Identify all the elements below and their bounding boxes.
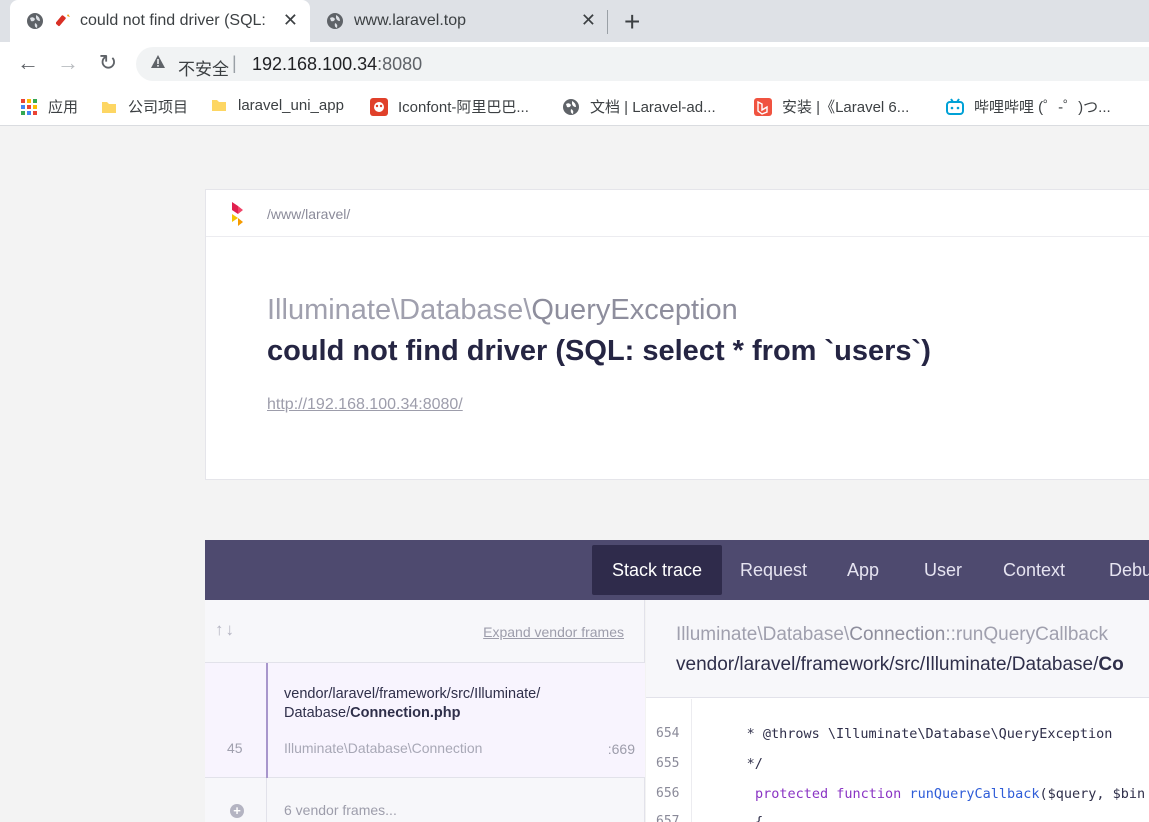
code-args: ($query, $bin bbox=[1039, 786, 1146, 802]
stack-frame-selected[interactable]: vendor/laravel/framework/src/Illuminate/… bbox=[205, 663, 645, 778]
close-icon[interactable]: ✕ bbox=[581, 10, 596, 31]
code-line: */ bbox=[706, 756, 763, 772]
bookmark-label: laravel_uni_app bbox=[238, 96, 344, 114]
iconfont-icon bbox=[370, 97, 388, 116]
address-bar[interactable]: 不安全 | 192.168.100.34:8080 bbox=[136, 47, 1149, 81]
exception-class: Illuminate\Database\QueryException bbox=[267, 294, 738, 327]
exception-card: /www/laravel/ Illuminate\Database\QueryE… bbox=[205, 189, 1149, 480]
bookmark-company-projects[interactable]: 公司项目 bbox=[100, 96, 188, 117]
code-file-name: Co bbox=[1098, 654, 1124, 675]
bookmark-laravel-uni-app[interactable]: laravel_uni_app bbox=[210, 96, 344, 114]
forward-arrow-icon[interactable]: → bbox=[54, 50, 82, 76]
vendor-frames-label: 6 vendor frames... bbox=[284, 802, 397, 818]
code-namespace: Illuminate\Database\ bbox=[676, 624, 850, 645]
bookmark-apps[interactable]: 应用 bbox=[20, 96, 78, 117]
bookmarks-bar: 应用 公司项目 laravel_uni_app Iconfont-阿里巴巴...… bbox=[0, 86, 1149, 126]
laravel-icon bbox=[754, 97, 772, 116]
tab-inactive[interactable]: www.laravel.top ✕ bbox=[316, 0, 608, 42]
vendor-divider bbox=[266, 778, 267, 822]
tab-debug[interactable]: Debu bbox=[1089, 545, 1149, 595]
expand-vendor-frames-link[interactable]: Expand vendor frames bbox=[483, 624, 624, 640]
frame-path-dir: Database/ bbox=[284, 705, 351, 721]
code-function-name: runQueryCallback bbox=[909, 786, 1040, 802]
frames-header: ↑↓ Expand vendor frames bbox=[205, 600, 644, 663]
globe-icon bbox=[563, 98, 579, 115]
ignition-tabs-bar: Stack trace Request App User Context Deb… bbox=[205, 540, 1149, 600]
line-number: 657 bbox=[656, 814, 680, 822]
code-method: Illuminate\Database\Connection::runQuery… bbox=[676, 624, 1108, 646]
code-line: { bbox=[755, 814, 764, 822]
vendor-frames-group[interactable]: + 6 vendor frames... bbox=[205, 778, 645, 822]
exception-message: could not find driver (SQL: select * fro… bbox=[267, 335, 931, 367]
bookmark-label: 安装 |《Laravel 6... bbox=[782, 99, 910, 116]
frame-path-prefix: vendor/laravel/framework/src/Illuminate/ bbox=[284, 686, 541, 702]
close-icon[interactable]: ✕ bbox=[283, 10, 298, 31]
folder-icon bbox=[212, 100, 226, 111]
url-port: :8080 bbox=[377, 54, 423, 74]
code-line: * @throws \Illuminate\Database\QueryExce… bbox=[706, 726, 1113, 742]
code-class: Connection bbox=[849, 624, 946, 645]
tab-app[interactable]: App bbox=[827, 545, 899, 595]
request-url-link[interactable]: http://192.168.100.34:8080/ bbox=[267, 396, 463, 414]
project-path: /www/laravel/ bbox=[267, 206, 351, 222]
plus-circle-icon[interactable]: + bbox=[230, 804, 244, 818]
bilibili-icon bbox=[946, 97, 964, 115]
code-keyword: protected function bbox=[755, 786, 910, 802]
browser-tabstrip: could not find driver (SQL: ✕ www.larave… bbox=[0, 0, 1149, 42]
frame-navigation-arrows-icon[interactable]: ↑↓ bbox=[215, 620, 236, 640]
tab-divider bbox=[607, 10, 608, 34]
bookmark-laravel-admin-docs[interactable]: 文档 | Laravel-ad... bbox=[562, 96, 716, 117]
tab-title: www.laravel.top bbox=[354, 12, 467, 29]
apps-grid-icon bbox=[21, 98, 37, 115]
stack-frames-pane: ↑↓ Expand vendor frames vendor/laravel/f… bbox=[205, 600, 645, 822]
frame-file-path: vendor/laravel/framework/src/Illuminate/… bbox=[284, 685, 584, 723]
tab-request[interactable]: Request bbox=[720, 545, 827, 595]
url-host: 192.168.100.34 bbox=[252, 54, 378, 74]
bookmark-label: 哔哩哔哩 (゜-゜)つ... bbox=[974, 99, 1111, 116]
tab-active[interactable]: could not find driver (SQL: ✕ bbox=[10, 0, 310, 42]
frame-number: 45 bbox=[227, 740, 243, 756]
firecracker-icon bbox=[56, 14, 70, 27]
frame-selection-bar bbox=[266, 663, 268, 778]
ignition-logo-icon bbox=[232, 202, 243, 226]
line-number: 655 bbox=[656, 756, 680, 771]
reload-icon[interactable]: ↻ bbox=[94, 50, 122, 76]
code-line: protected function runQueryCallback($que… bbox=[755, 786, 1145, 802]
globe-icon bbox=[327, 13, 343, 29]
code-file-path[interactable]: vendor/laravel/framework/src/Illuminate/… bbox=[676, 654, 1124, 676]
tab-context[interactable]: Context bbox=[983, 545, 1085, 595]
tab-stack-trace[interactable]: Stack trace bbox=[592, 545, 723, 595]
exception-class-name: QueryException bbox=[531, 294, 738, 326]
code-file-prefix: vendor/laravel/framework/src/Illuminate/… bbox=[676, 654, 1099, 675]
url-text[interactable]: 192.168.100.34:8080 bbox=[252, 54, 422, 75]
bookmark-label: 公司项目 bbox=[128, 99, 189, 116]
card-header: /www/laravel/ bbox=[206, 190, 1149, 237]
bookmark-label: 文档 | Laravel-ad... bbox=[590, 99, 716, 116]
browser-toolbar: ← → ↻ 不安全 | 192.168.100.34:8080 bbox=[0, 42, 1149, 86]
insecure-label[interactable]: 不安全 bbox=[178, 55, 229, 80]
bookmark-label: Iconfont-阿里巴巴... bbox=[398, 99, 529, 116]
back-arrow-icon[interactable]: ← bbox=[14, 50, 42, 76]
new-tab-button[interactable]: + bbox=[624, 6, 640, 38]
code-preview-pane: Illuminate\Database\Connection::runQuery… bbox=[646, 600, 1149, 822]
tab-user[interactable]: User bbox=[904, 545, 982, 595]
code-method-name: ::runQueryCallback bbox=[945, 624, 1108, 645]
folder-icon bbox=[102, 101, 116, 113]
line-number: 654 bbox=[656, 726, 680, 741]
frame-path-file: Connection.php bbox=[350, 705, 461, 721]
bookmark-bilibili[interactable]: 哔哩哔哩 (゜-゜)つ... bbox=[946, 96, 1111, 117]
globe-icon bbox=[27, 13, 43, 29]
bookmark-label: 应用 bbox=[48, 99, 79, 116]
frame-line-number: :669 bbox=[607, 741, 635, 757]
line-number: 656 bbox=[656, 786, 680, 801]
warning-icon[interactable] bbox=[150, 54, 166, 70]
bookmark-iconfont[interactable]: Iconfont-阿里巴巴... bbox=[370, 96, 529, 117]
exception-namespace: Illuminate\Database\ bbox=[267, 294, 532, 326]
bookmark-laravel-install[interactable]: 安装 |《Laravel 6... bbox=[754, 96, 909, 117]
code-header: Illuminate\Database\Connection::runQuery… bbox=[646, 600, 1149, 698]
frame-class: Illuminate\Database\Connection bbox=[284, 740, 483, 756]
omnibox-separator: | bbox=[232, 53, 237, 73]
tab-title: could not find driver (SQL: bbox=[80, 12, 266, 29]
